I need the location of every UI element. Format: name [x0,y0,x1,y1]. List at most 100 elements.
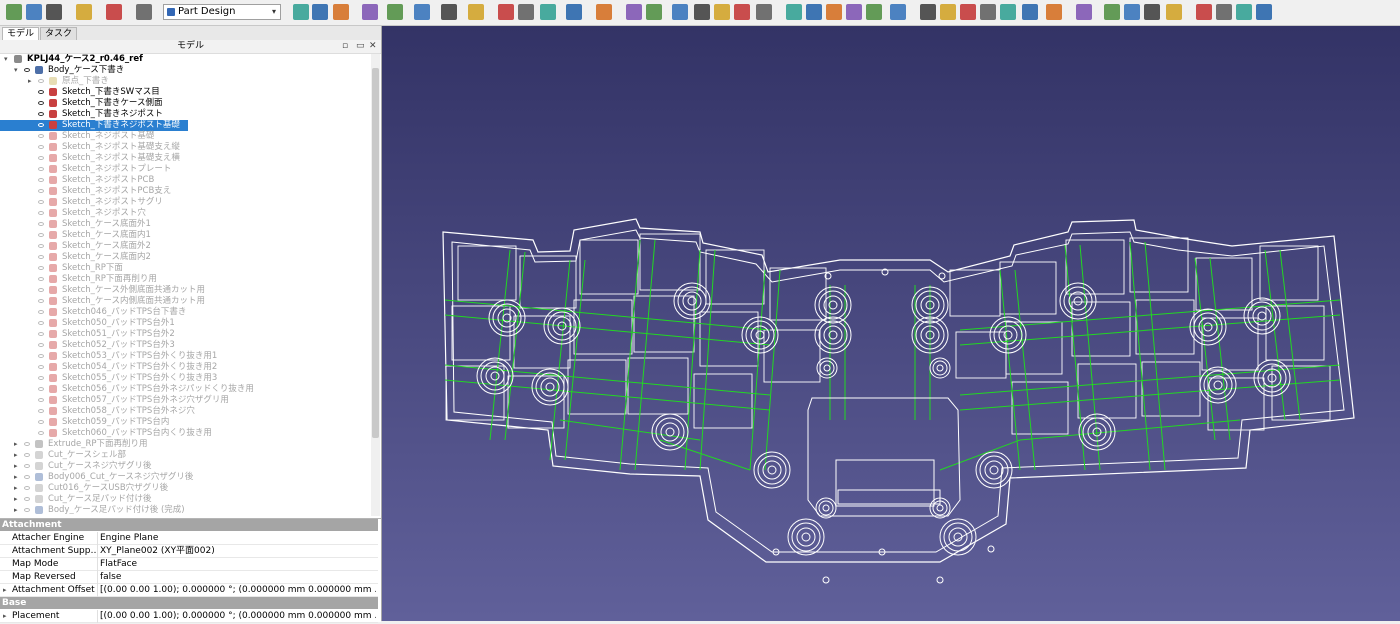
visibility-eye-icon[interactable] [24,475,30,479]
measure-toggle-icon[interactable] [1256,4,1272,20]
workbench-selector[interactable]: Part Design ▾ [163,4,281,20]
property-group-header[interactable]: Attachment [0,519,378,531]
property-value[interactable]: XY_Plane002 (XY平面002) [100,545,376,558]
tree-item[interactable]: Sketch_下書きSWマス目 [0,87,370,98]
tree-item[interactable]: Sketch056_パッドTPS台外ネジパッドくり抜き用 [0,384,370,395]
visibility-eye-icon[interactable] [38,233,44,237]
visibility-eye-icon[interactable] [38,420,44,424]
shapebinder-icon[interactable] [786,4,802,20]
visibility-eye-icon[interactable] [38,244,44,248]
tree-item[interactable]: Sketch058_パッドTPS台外ネジ穴 [0,406,370,417]
tree-item[interactable]: ▸ Cut_ケース足パッド付け後 [0,494,370,505]
visibility-eye-icon[interactable] [38,211,44,215]
attach-icon[interactable] [694,4,710,20]
float-icon[interactable]: ▫ [342,40,348,53]
visibility-eye-icon[interactable] [38,310,44,314]
tree-item[interactable]: ▸ 原点_下書き [0,76,370,87]
link-icon[interactable] [540,4,556,20]
measure-linear-icon[interactable] [1196,4,1212,20]
visibility-eye-icon[interactable] [38,299,44,303]
property-row[interactable]: ▸ Attachment Offset [(0.00 0.00 1.00); 0.0… [0,584,378,597]
part-icon[interactable] [498,4,514,20]
property-value[interactable]: false [100,571,376,584]
draft-icon[interactable] [1076,4,1092,20]
pad-icon[interactable] [806,4,822,20]
tree-item[interactable]: Sketch_下書きケース側面 [0,98,370,109]
tab-tasks[interactable]: タスク [40,27,78,41]
chevron-right-icon[interactable]: ▸ [14,461,18,472]
validate-sketch-icon[interactable] [672,4,688,20]
boolean-icon[interactable] [1124,4,1140,20]
additive-primitives-icon[interactable] [1144,4,1160,20]
chevron-right-icon[interactable]: ▸ [14,494,18,505]
tree-item[interactable]: Sketch_ケース外側底面共通カット用 [0,285,370,296]
visibility-eye-icon[interactable] [24,508,30,512]
visibility-eye-icon[interactable] [38,266,44,270]
undo-icon[interactable] [76,4,92,20]
visibility-eye-icon[interactable] [24,486,30,490]
property-row[interactable]: Attachment Supp… XY_Plane002 (XY平面002) [0,545,378,558]
restore-icon[interactable]: ▭ [356,40,365,53]
visibility-eye-icon[interactable] [38,321,44,325]
visibility-eye-icon[interactable] [38,123,44,127]
tree-item[interactable]: ▸ Cut_ケースシェル部 [0,450,370,461]
fillet-icon[interactable] [1022,4,1038,20]
visibility-eye-icon[interactable] [38,112,44,116]
tree-item[interactable]: Sketch052_パッドTPS台外3 [0,340,370,351]
visibility-eye-icon[interactable] [38,200,44,204]
visibility-eye-icon[interactable] [38,189,44,193]
property-value[interactable]: Engine Plane [100,532,376,545]
property-row[interactable]: Map Mode FlatFace [0,558,378,571]
visibility-eye-icon[interactable] [38,387,44,391]
tree-item[interactable]: Sketch046_パッドTPS台下書き [0,307,370,318]
visibility-eye-icon[interactable] [38,101,44,105]
visibility-eye-icon[interactable] [38,134,44,138]
zoom-icon[interactable] [441,4,457,20]
property-row[interactable]: ▸ Placement [(0.00 0.00 1.00); 0.000000 °;… [0,610,378,623]
visibility-eye-icon[interactable] [38,332,44,336]
chevron-right-icon[interactable]: ▸ [14,483,18,494]
save-icon[interactable] [46,4,62,20]
visibility-eye-icon[interactable] [38,255,44,259]
visibility-eye-icon[interactable] [38,79,44,83]
open-file-icon[interactable] [26,4,42,20]
close-icon[interactable]: ✕ [369,40,377,53]
chevron-right-icon[interactable]: ▸ [3,584,7,597]
tree-item[interactable]: ▸ Cut_ケースネジ穴ザグリ後 [0,461,370,472]
whats-this-icon[interactable] [596,4,612,20]
revolve-icon[interactable] [826,4,842,20]
tree-item[interactable]: Sketch050_パッドTPS台外1 [0,318,370,329]
chevron-down-icon[interactable]: ▾ [4,54,8,65]
pocket-icon[interactable] [890,4,906,20]
tree-item[interactable]: Sketch_下書きネジポスト [0,109,370,120]
visibility-eye-icon[interactable] [38,145,44,149]
chevron-right-icon[interactable]: ▸ [28,76,32,87]
datum-plane-icon[interactable] [756,4,772,20]
tree-item[interactable]: Sketch_ケース底面外2 [0,241,370,252]
macro-icon[interactable] [566,4,582,20]
measure-angular-icon[interactable] [1216,4,1232,20]
zoom-fit-all-icon[interactable] [293,4,309,20]
tree-item[interactable]: Sketch057_パッドTPS台外ネジ穴ザグリ用 [0,395,370,406]
group-icon[interactable] [518,4,534,20]
chevron-right-icon[interactable]: ▸ [14,505,18,514]
new-file-icon[interactable] [6,4,22,20]
visibility-eye-icon[interactable] [38,365,44,369]
thickness-icon[interactable] [1104,4,1120,20]
tree-item[interactable]: Sketch060_パッドTPS台内くり抜き用 [0,428,370,439]
body-icon[interactable] [626,4,642,20]
visibility-eye-icon[interactable] [38,354,44,358]
datum-point-icon[interactable] [714,4,730,20]
tree-item[interactable]: Sketch_ネジポスト基礎支え横 [0,153,370,164]
zoom-fit-selection-icon[interactable] [312,4,328,20]
subtractive-primitives-icon[interactable] [1166,4,1182,20]
refresh-icon[interactable] [136,4,152,20]
tree-item[interactable]: Sketch_RP下面 [0,263,370,274]
property-row[interactable]: Attacher Engine Engine Plane [0,532,378,545]
visibility-eye-icon[interactable] [38,431,44,435]
visibility-eye-icon[interactable] [38,222,44,226]
tree-item[interactable]: Sketch_ケース底面外1 [0,219,370,230]
tree-item[interactable]: Sketch059_パッドTPS台内 [0,417,370,428]
property-value[interactable]: FlatFace [100,558,376,571]
tree-item[interactable]: Sketch_ネジポストPCB [0,175,370,186]
